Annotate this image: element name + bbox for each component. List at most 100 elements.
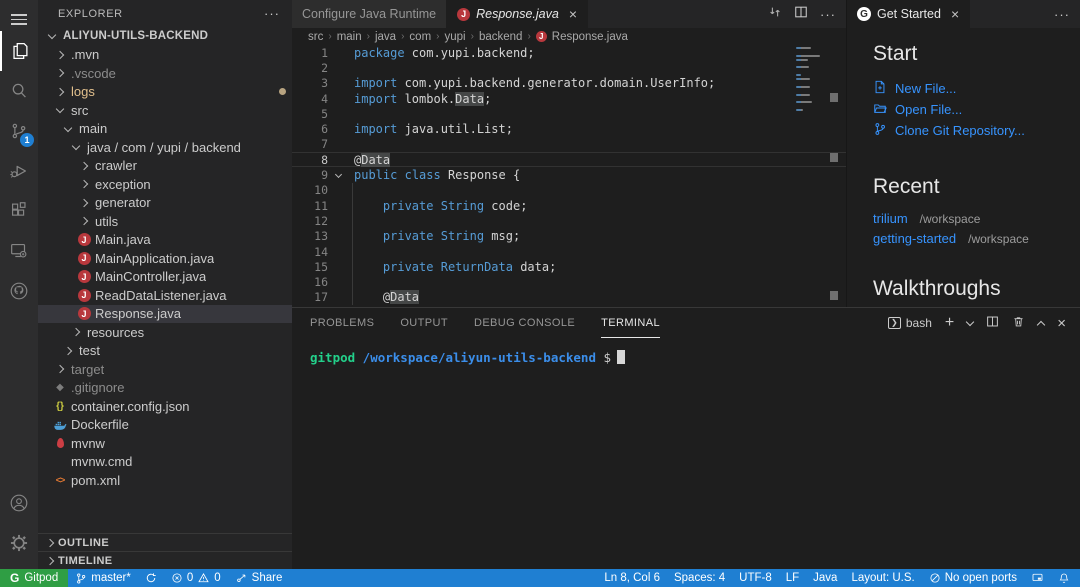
recent-workspace-link[interactable]: trilium (873, 211, 908, 226)
more-actions-icon[interactable]: ··· (1054, 7, 1070, 22)
breadcrumb-item[interactable]: java (375, 31, 396, 43)
code-line[interactable]: 13 private String msg; (292, 229, 846, 244)
search-icon[interactable] (0, 71, 38, 111)
tree-item-folder[interactable]: test (38, 342, 292, 361)
getstarted-link[interactable]: Open File... (873, 99, 1080, 120)
tree-item-file[interactable]: J ReadDataListener.java (38, 286, 292, 305)
fold-chevron-icon[interactable] (334, 170, 343, 179)
tree-item-file[interactable]: mvnw (38, 434, 292, 453)
status-item[interactable]: Layout: U.S. (844, 569, 921, 587)
tree-item-file[interactable]: J Main.java (38, 231, 292, 250)
breadcrumb-item[interactable]: backend (479, 31, 522, 43)
code-line[interactable]: 7 (292, 137, 846, 152)
code-line[interactable]: 17 @ Data (292, 290, 846, 305)
panel-tab-problems[interactable]: PROBLEMS (310, 308, 374, 338)
problems-status[interactable]: 0 0 (164, 569, 228, 587)
close-tab-icon[interactable]: × (951, 6, 959, 22)
github-icon[interactable] (0, 271, 38, 311)
panel-tab-terminal[interactable]: TERMINAL (601, 308, 660, 338)
tree-item-file[interactable]: J Response.java (38, 304, 292, 323)
tree-item-file[interactable]: J MainApplication.java (38, 249, 292, 268)
getstarted-link[interactable]: Clone Git Repository... (873, 120, 1080, 141)
tree-item-folder[interactable]: logs (38, 83, 292, 102)
ports-status[interactable]: No open ports (922, 569, 1024, 587)
close-tab-icon[interactable]: × (569, 6, 577, 22)
editor-tab[interactable]: Configure Java Runtime (292, 0, 448, 28)
tree-item-folder[interactable]: generator (38, 194, 292, 213)
source-control-icon[interactable]: 1 (0, 111, 38, 151)
status-item[interactable]: Spaces: 4 (667, 569, 732, 587)
panel-tab-output[interactable]: OUTPUT (400, 308, 448, 338)
git-branch-status[interactable]: master* (68, 569, 138, 587)
explorer-icon[interactable] (0, 30, 38, 71)
status-item[interactable]: Ln 8, Col 6 (597, 569, 667, 587)
code-line[interactable]: 1 package com.yupi.backend; (292, 45, 846, 60)
tree-item-folder[interactable]: main (38, 120, 292, 139)
menu-icon[interactable] (11, 14, 27, 25)
code-line[interactable]: 14 (292, 244, 846, 259)
tab-get-started[interactable]: G Get Started × (847, 0, 971, 28)
explorer-actions-icon[interactable]: ··· (264, 6, 280, 21)
extensions-icon[interactable] (0, 191, 38, 231)
tree-item-folder[interactable]: ALIYUN-UTILS-BACKEND (38, 27, 292, 46)
tree-item-file[interactable]: <> pom.xml (38, 471, 292, 490)
run-debug-icon[interactable] (0, 151, 38, 191)
kill-terminal-icon[interactable] (1012, 315, 1025, 331)
tree-item-file[interactable]: ◆ .gitignore (38, 379, 292, 398)
terminal-dropdown-icon[interactable] (965, 317, 975, 326)
status-item[interactable]: Java (806, 569, 844, 587)
code-line[interactable]: 12 (292, 213, 846, 228)
code-line[interactable]: 3 import com.yupi.backend.generator.domai… (292, 76, 846, 91)
remote-explorer-icon[interactable] (0, 231, 38, 271)
code-line[interactable]: 4 import lombok. Data; (292, 91, 846, 106)
account-icon[interactable] (0, 483, 38, 523)
share-status[interactable]: Share (228, 569, 290, 587)
breadcrumb-item[interactable]: com (409, 31, 431, 43)
outline-section[interactable]: OUTLINE (38, 533, 292, 551)
timeline-section[interactable]: TIMELINE (38, 551, 292, 569)
tree-item-file[interactable]: J MainController.java (38, 268, 292, 287)
tree-item-folder[interactable]: target (38, 360, 292, 379)
code-editor[interactable]: 1 package com.yupi.backend; 2 3 import com.y… (292, 45, 846, 307)
new-terminal-icon[interactable]: + (945, 314, 954, 332)
feedback-status[interactable] (1024, 569, 1051, 587)
code-line[interactable]: 8 @ Data (292, 152, 846, 167)
tree-item-folder[interactable]: crawler (38, 157, 292, 176)
tree-item-file[interactable]: Dockerfile (38, 416, 292, 435)
tree-item-folder[interactable]: .vscode (38, 64, 292, 83)
settings-gear-icon[interactable] (0, 523, 38, 563)
notifications-status[interactable] (1051, 569, 1080, 587)
code-line[interactable]: 10 (292, 183, 846, 198)
tree-item-folder[interactable]: exception (38, 175, 292, 194)
split-editor-icon[interactable] (794, 5, 808, 24)
status-item[interactable]: UTF-8 (732, 569, 779, 587)
breadcrumb-item[interactable]: main (337, 31, 362, 43)
getstarted-link[interactable]: New File... (873, 78, 1080, 99)
code-line[interactable]: 2 (292, 60, 846, 75)
tree-item-folder[interactable]: java / com / yupi / backend (38, 138, 292, 157)
code-line[interactable]: 9 public class Response { (292, 167, 846, 182)
editor-tab[interactable]: J Response.java × (447, 0, 588, 28)
open-changes-icon[interactable] (768, 5, 782, 24)
breadcrumb-item[interactable]: src (308, 31, 323, 43)
code-line[interactable]: 5 (292, 106, 846, 121)
tree-item-file[interactable]: mvnw.cmd (38, 453, 292, 472)
code-line[interactable]: 16 (292, 274, 846, 289)
maximize-panel-icon[interactable] (1036, 320, 1046, 329)
code-line[interactable]: 11 private String code; (292, 198, 846, 213)
tree-item-folder[interactable]: utils (38, 212, 292, 231)
close-panel-icon[interactable]: × (1057, 315, 1066, 332)
code-line[interactable]: 6 import java.util.List; (292, 121, 846, 136)
minimap[interactable] (796, 47, 820, 113)
sync-status[interactable] (138, 569, 164, 587)
breadcrumb-item[interactable]: yupi (445, 31, 466, 43)
recent-workspace-link[interactable]: getting-started (873, 231, 956, 246)
tree-item-folder[interactable]: src (38, 101, 292, 120)
terminal-output[interactable]: gitpod /workspace/aliyun-utils-backend $ (292, 338, 1080, 569)
more-actions-icon[interactable]: ··· (820, 7, 836, 22)
shell-selector[interactable]: ❯ bash (887, 316, 932, 330)
tree-item-file[interactable]: {} container.config.json (38, 397, 292, 416)
breadcrumb[interactable]: src › main › java › com › yupi › backend › J Response… (292, 28, 846, 45)
tree-item-folder[interactable]: resources (38, 323, 292, 342)
tree-item-folder[interactable]: .mvn (38, 46, 292, 65)
